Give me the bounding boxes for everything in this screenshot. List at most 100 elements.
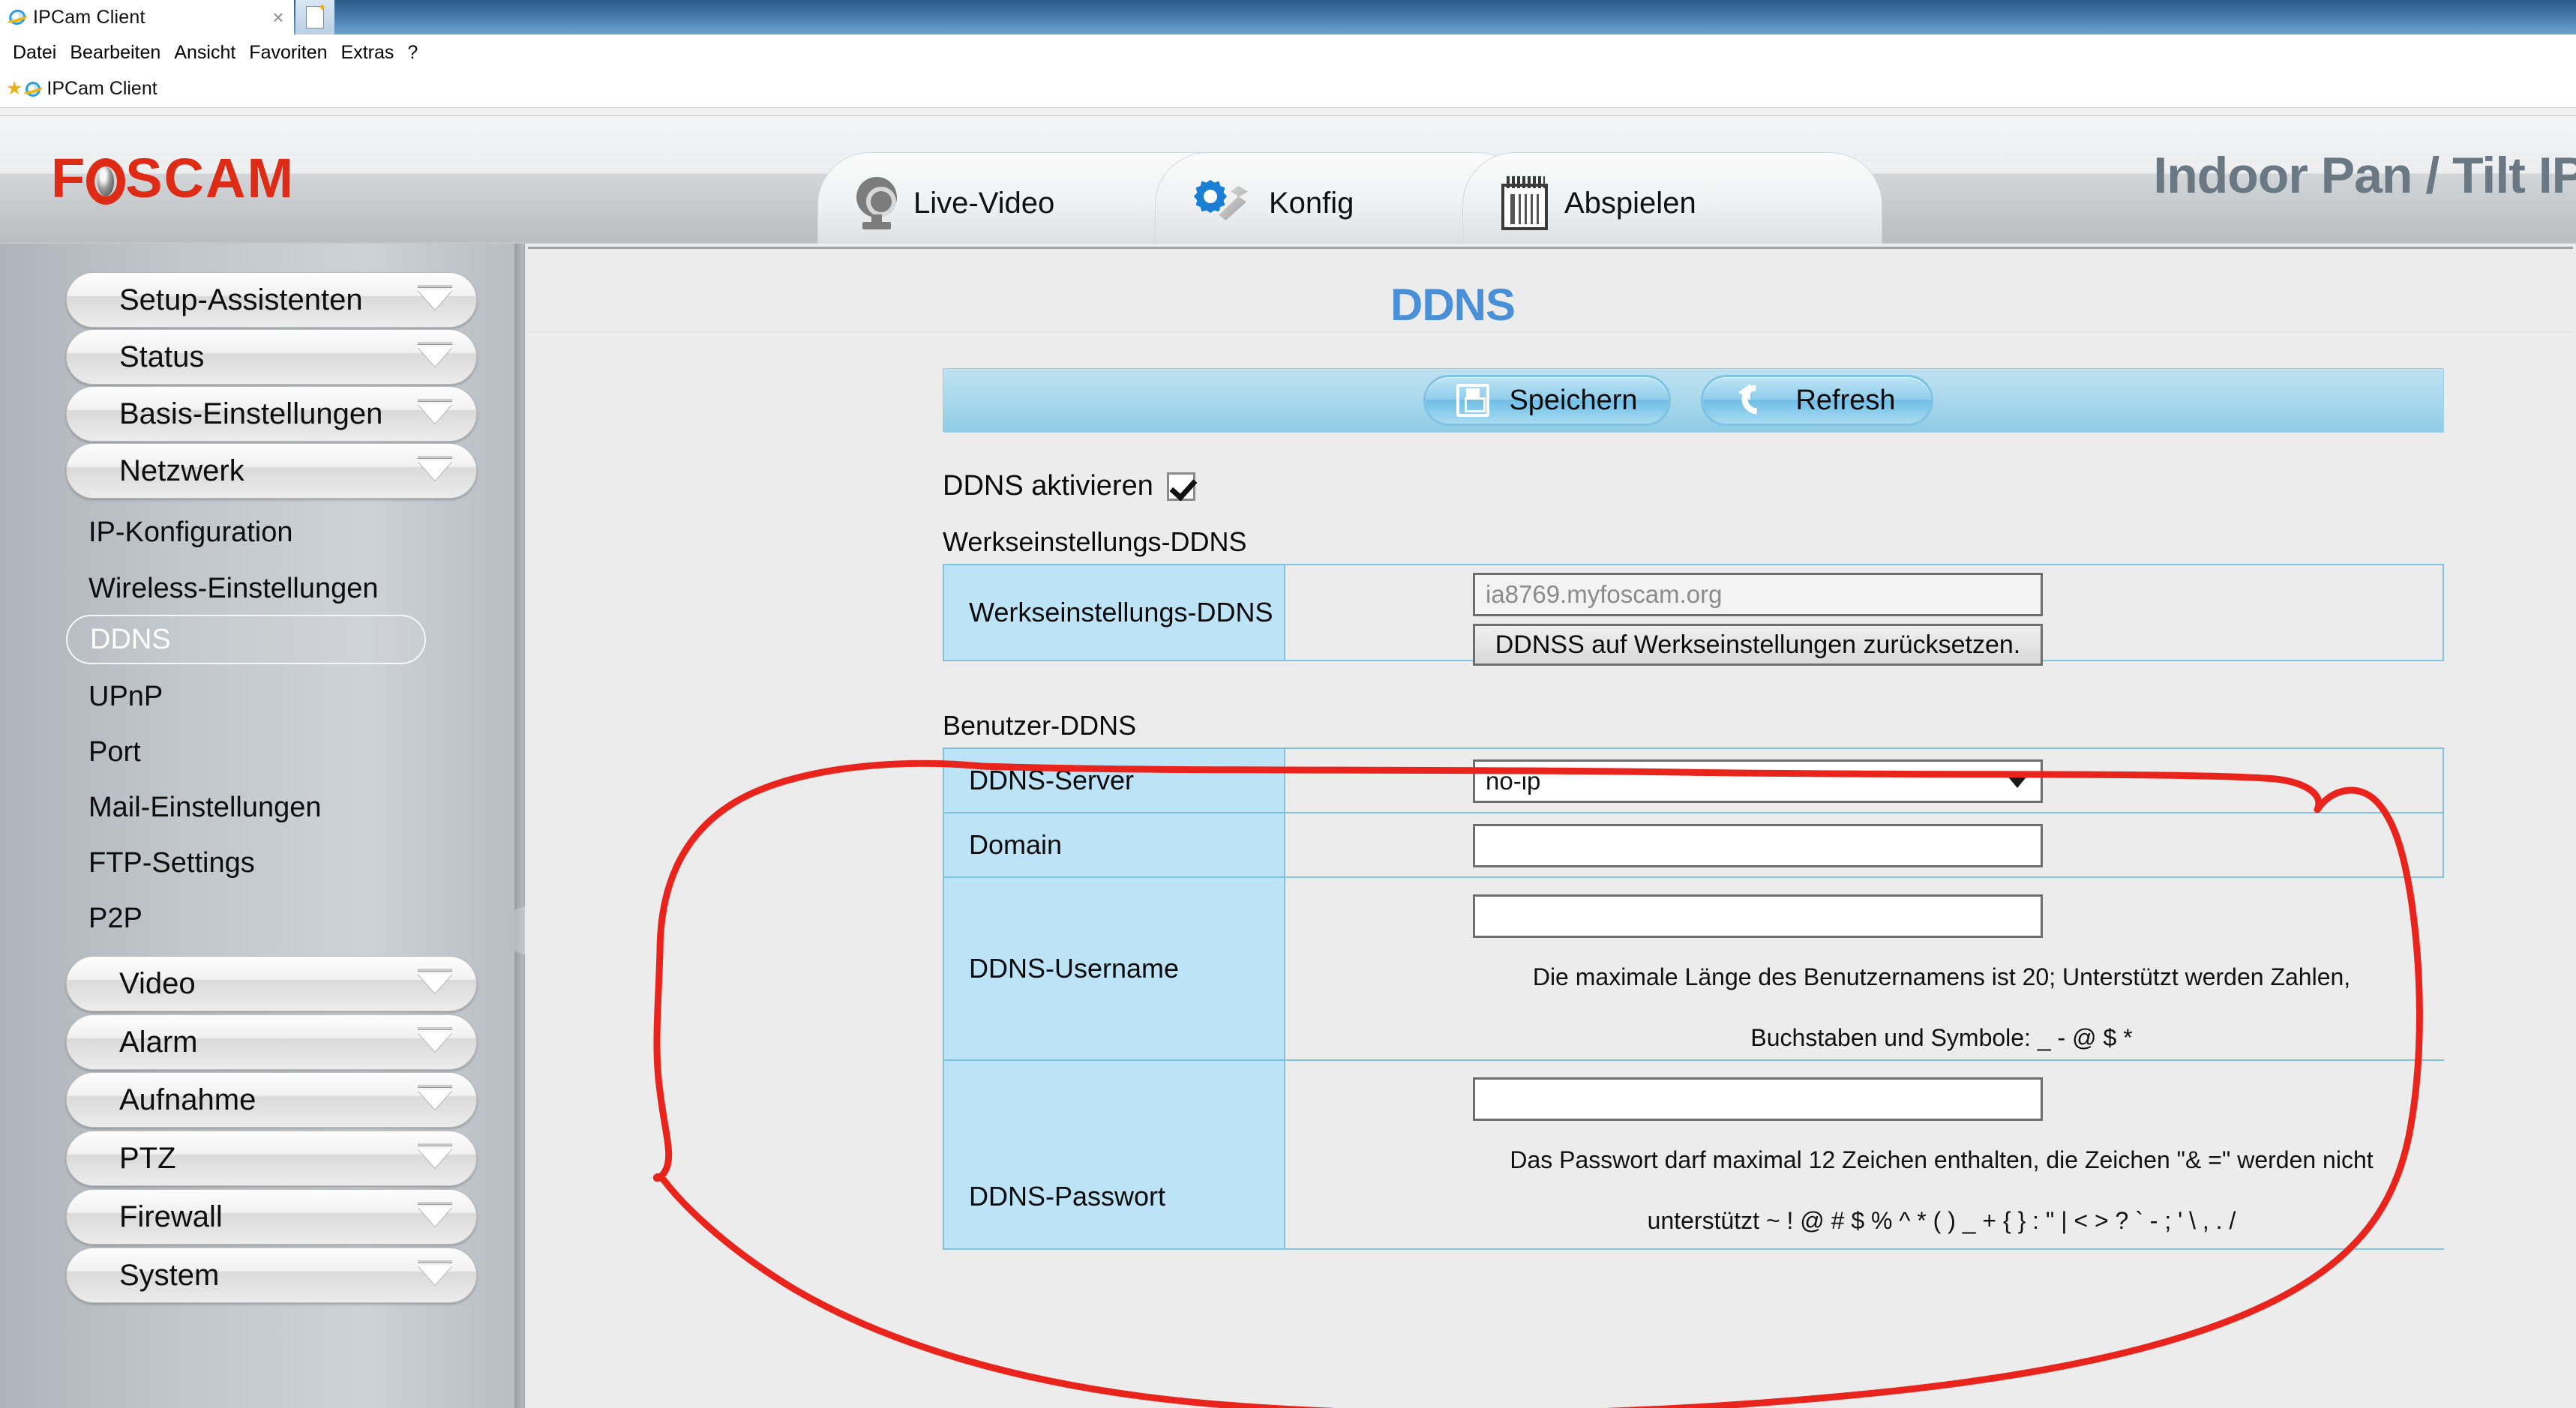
action-toolbar: Speichern Refresh	[943, 368, 2444, 433]
sidebar-item-upnp[interactable]: UPnP	[88, 681, 163, 713]
table-row: Werkseinstellungs-DDNS ia8769.myfoscam.o…	[944, 565, 2443, 666]
camera-icon	[856, 177, 897, 229]
chevron-down-icon	[418, 1143, 452, 1168]
internet-explorer-icon	[22, 79, 43, 99]
sidebar-group-label: Aufnahme	[119, 1083, 256, 1116]
tab-abspielen[interactable]: Abspielen	[1462, 137, 1882, 244]
chevron-down-icon	[418, 1202, 452, 1227]
domain-value-cell	[1285, 813, 2443, 876]
ddns-server-selected-value: no-ip	[1486, 767, 1541, 795]
chevron-down-icon	[418, 969, 452, 993]
sidebar-group-netzwerk[interactable]: Netzwerk	[66, 443, 477, 499]
tab-label: Live-Video	[913, 186, 1055, 220]
screenshot-root: IPCam Client × Datei Bearbeiten Ansicht …	[0, 0, 2576, 1408]
factory-ddns-row-label: Werkseinstellungs-DDNS	[944, 565, 1285, 660]
sidebar-group-firewall[interactable]: Firewall	[66, 1189, 477, 1245]
gear-wrench-icon	[1194, 177, 1252, 229]
ddns-username-hint-line-2: Buchstaben und Symbole: _ - @ $ *	[1750, 1024, 2133, 1051]
content-divider	[528, 331, 2573, 332]
sidebar-item-mail-einstellungen[interactable]: Mail-Einstellungen	[88, 792, 322, 824]
content-inner: DDNS Speichern Refresh DDNS aktivieren W…	[528, 247, 2573, 1405]
new-tab-icon	[306, 1, 327, 28]
sidebar-item-port[interactable]: Port	[88, 736, 141, 768]
sidebar-group-label: Firewall	[119, 1200, 223, 1233]
user-ddns-table: DDNS-Server no-ip Domain DDNS-Username D…	[943, 747, 2485, 1250]
sidebar-group-label: PTZ	[119, 1141, 176, 1175]
new-tab-button[interactable]	[295, 0, 334, 34]
sidebar-group-status[interactable]: Status	[66, 329, 477, 385]
table-row: Domain	[944, 813, 2443, 878]
favorites-item-label[interactable]: IPCam Client	[46, 78, 157, 100]
favorites-star-icon[interactable]: ★	[6, 79, 22, 98]
ddns-enable-checkbox[interactable]	[1166, 472, 1195, 501]
chevron-down-icon	[418, 456, 452, 481]
foscam-logo: F SCAM	[51, 147, 295, 209]
menu-item-extras[interactable]: Extras	[334, 42, 401, 64]
chevron-down-icon	[418, 1027, 452, 1052]
sidebar-group-system[interactable]: System	[66, 1248, 477, 1303]
sidebar-group-label: System	[119, 1258, 220, 1292]
ddns-username-input[interactable]	[1473, 894, 2043, 938]
sidebar-group-label: Basis-Einstellungen	[119, 397, 383, 430]
save-button[interactable]: Speichern	[1423, 375, 1671, 426]
ddns-passwort-hint-line-1: Das Passwort darf maximal 12 Zeichen ent…	[1510, 1146, 2374, 1173]
menu-item-ansicht[interactable]: Ansicht	[167, 42, 242, 64]
ddns-server-value-cell: no-ip	[1285, 749, 2443, 812]
ddns-passwort-label: DDNS-Passwort	[944, 1061, 1285, 1248]
browser-tab-title: IPCam Client	[33, 6, 145, 28]
chrome-divider	[0, 108, 2576, 116]
ddns-username-value-cell: Die maximale Länge des Benutzernamens is…	[1285, 878, 2485, 1059]
menu-item-favoriten[interactable]: Favoriten	[242, 42, 334, 64]
foscam-web-ui: F SCAM Live-Video Konfig Abspielen Indoo…	[0, 116, 2576, 1408]
save-button-label: Speichern	[1509, 384, 1638, 416]
sidebar-group-aufnahme[interactable]: Aufnahme	[66, 1072, 477, 1128]
sidebar: Setup-Assistenten Status Basis-Einstellu…	[0, 244, 531, 1408]
ddns-passwort-value-cell: Das Passwort darf maximal 12 Zeichen ent…	[1285, 1061, 2485, 1248]
sidebar-group-setup-assistenten[interactable]: Setup-Assistenten	[66, 272, 477, 328]
refresh-button[interactable]: Refresh	[1701, 375, 1933, 426]
chevron-down-icon	[2006, 774, 2029, 788]
sidebar-group-alarm[interactable]: Alarm	[66, 1014, 477, 1070]
internet-explorer-icon	[6, 7, 28, 27]
domain-label: Domain	[944, 813, 1285, 876]
page-title: DDNS	[1390, 280, 1516, 330]
chevron-down-icon	[418, 342, 452, 367]
ddns-server-select[interactable]: no-ip	[1473, 759, 2043, 803]
sidebar-group-label: Alarm	[119, 1025, 198, 1059]
lens-icon	[86, 158, 126, 205]
chevron-down-icon	[418, 285, 452, 310]
ddns-server-label: DDNS-Server	[944, 749, 1285, 812]
sidebar-item-ip-konfiguration[interactable]: IP-Konfiguration	[88, 517, 293, 549]
menu-item-datei[interactable]: Datei	[6, 42, 63, 64]
domain-input[interactable]	[1473, 824, 2043, 867]
menu-item-bearbeiten[interactable]: Bearbeiten	[63, 42, 167, 64]
close-icon[interactable]: ×	[267, 7, 289, 27]
ddns-passwort-input[interactable]	[1473, 1077, 2043, 1121]
favorites-bar: ★ IPCam Client	[0, 70, 2576, 108]
ddns-enable-row: DDNS aktivieren	[943, 470, 1195, 502]
table-row: DDNS-Server no-ip	[944, 749, 2443, 813]
sidebar-item-ftp-settings[interactable]: FTP-Settings	[88, 847, 255, 879]
factory-domain-field: ia8769.myfoscam.org	[1473, 573, 2043, 616]
sidebar-group-basis-einstellungen[interactable]: Basis-Einstellungen	[66, 386, 477, 442]
reset-ddns-button[interactable]: DDNSS auf Werkseinstellungen zurücksetze…	[1473, 624, 2043, 666]
sidebar-item-wireless-einstellungen[interactable]: Wireless-Einstellungen	[88, 573, 379, 605]
menu-item-help[interactable]: ?	[400, 42, 424, 64]
browser-tab-strip: IPCam Client ×	[0, 0, 2576, 34]
browser-menu-bar: Datei Bearbeiten Ansicht Favoriten Extra…	[0, 34, 2576, 70]
sidebar-group-ptz[interactable]: PTZ	[66, 1131, 477, 1186]
tab-label: Konfig	[1269, 186, 1354, 220]
table-row: DDNS-Passwort Das Passwort darf maximal …	[944, 1061, 2485, 1248]
sidebar-item-p2p[interactable]: P2P	[88, 903, 142, 935]
table-row: DDNS-Username Die maximale Länge des Ben…	[944, 878, 2485, 1061]
sidebar-group-video[interactable]: Video	[66, 956, 477, 1011]
sidebar-group-label: Status	[119, 340, 205, 373]
sidebar-item-ddns[interactable]: DDNS	[66, 615, 426, 664]
browser-tab[interactable]: IPCam Client ×	[0, 0, 294, 34]
content-panel: DDNS Speichern Refresh DDNS aktivieren W…	[525, 244, 2576, 1408]
app-header: F SCAM Live-Video Konfig Abspielen Indoo…	[0, 116, 2576, 244]
factory-ddns-row-value: ia8769.myfoscam.org DDNSS auf Werkseinst…	[1285, 565, 2443, 666]
sidebar-shadow	[514, 244, 525, 1408]
app-body: Setup-Assistenten Status Basis-Einstellu…	[0, 244, 2576, 1408]
chevron-down-icon	[418, 1260, 452, 1285]
